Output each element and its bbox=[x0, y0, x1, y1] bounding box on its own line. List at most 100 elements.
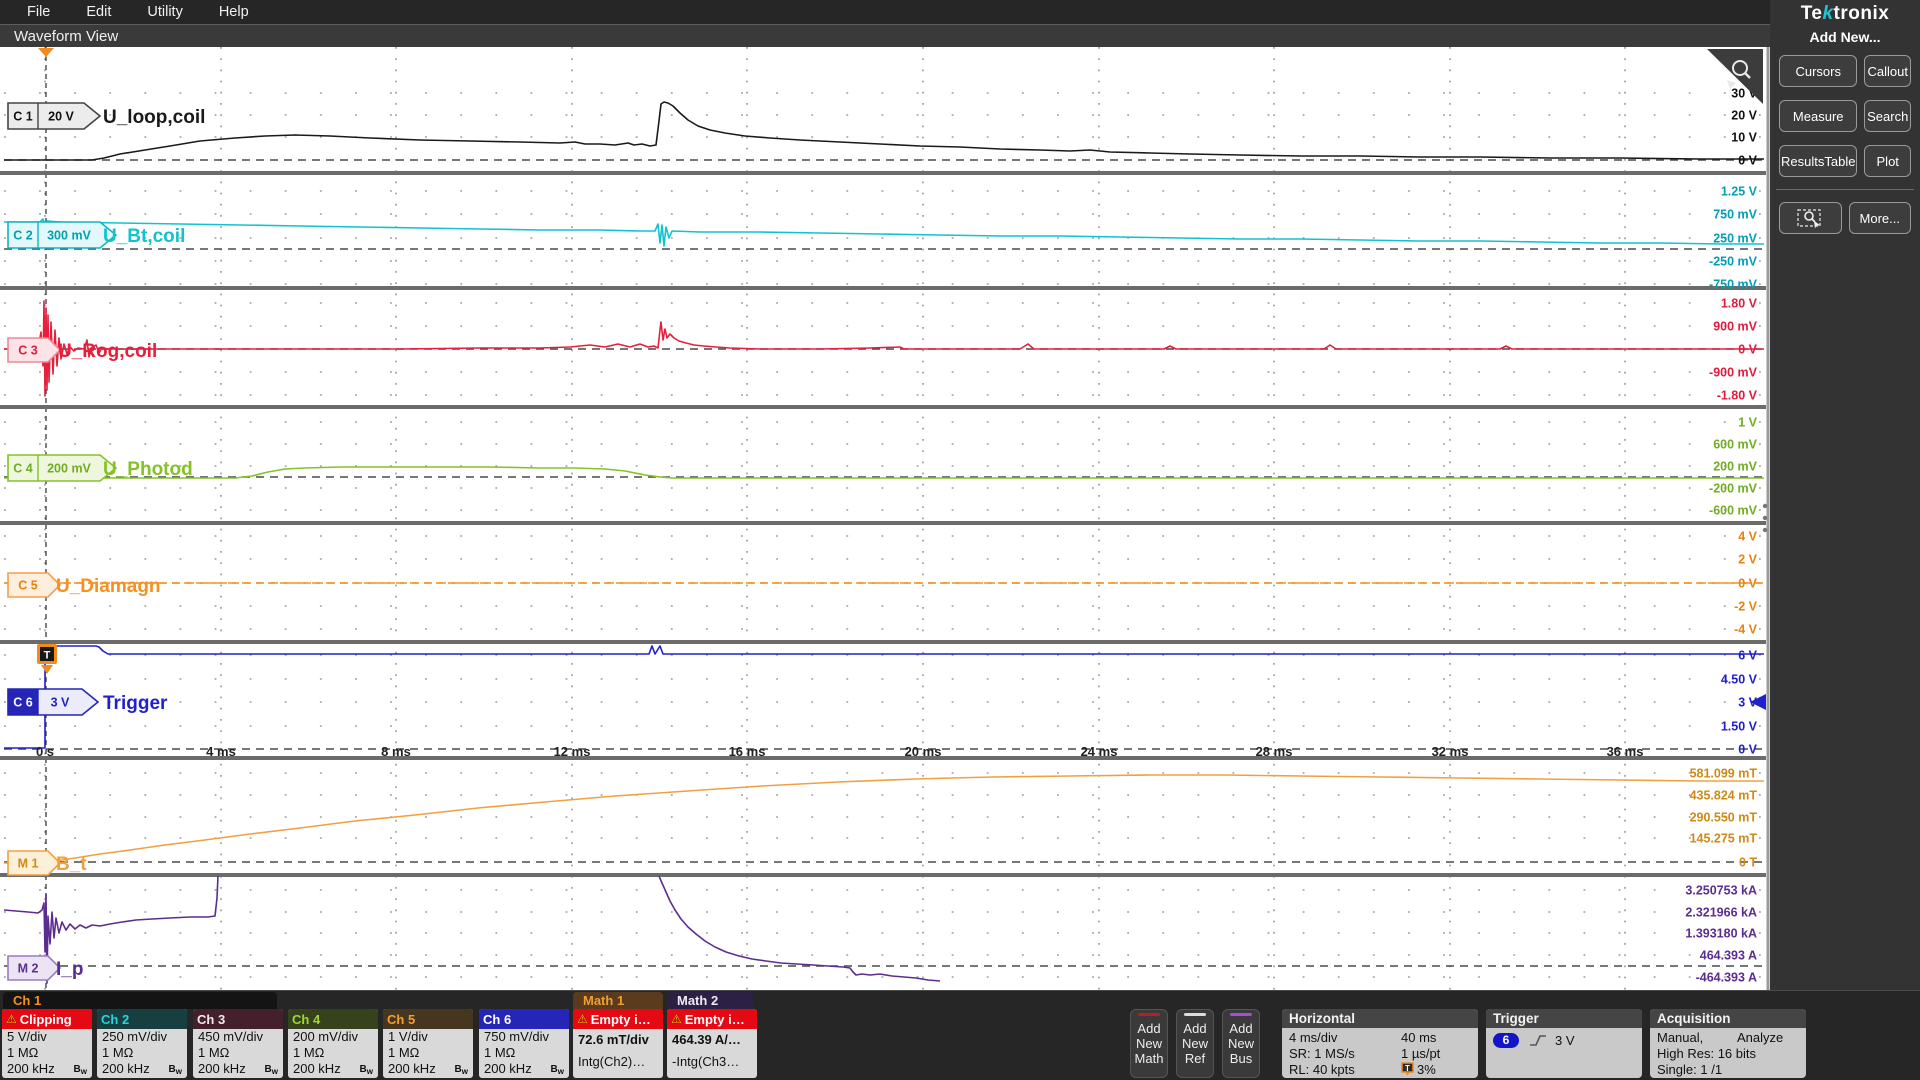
axis-label: 1.393180 kA bbox=[1685, 927, 1757, 941]
menu-item-edit[interactable]: Edit bbox=[86, 4, 111, 20]
cursors-button[interactable]: Cursors bbox=[1779, 55, 1857, 87]
axis-label: 10 V bbox=[1731, 131, 1757, 145]
axis-label: 20 V bbox=[1731, 109, 1757, 123]
add-button-label: New bbox=[1228, 1036, 1254, 1051]
waveform-tab-math2[interactable]: Math 2 bbox=[667, 992, 753, 1009]
badge-row-text: 200 kHz bbox=[293, 1061, 341, 1076]
channel-badge-M1[interactable]: M 1 bbox=[8, 851, 60, 875]
search-button-label: Search bbox=[1867, 109, 1908, 124]
waveform-plot[interactable]: 30 V20 V10 V0 V1.25 V750 mV250 mV-250 mV… bbox=[0, 47, 1770, 990]
channel-settings-badge-7[interactable]: ⚠Empty i…464.39 A/…-Intg(Ch3… bbox=[667, 1009, 757, 1078]
bandwidth-icon: Bw bbox=[360, 1062, 373, 1078]
time-axis-label: 32 ms bbox=[1432, 744, 1469, 759]
axis-label: 750 mV bbox=[1713, 208, 1757, 222]
axis-label: 6 V bbox=[1738, 649, 1757, 663]
axis-label: -464.393 A bbox=[1696, 971, 1757, 985]
badge-row: 1 MΩ bbox=[193, 1045, 283, 1061]
channel-name-Trigger: Trigger bbox=[103, 693, 168, 714]
trigger-panel[interactable]: Trigger 6 3 V bbox=[1486, 1009, 1642, 1078]
panel-resize-handle[interactable] bbox=[1763, 528, 1767, 532]
horizontal-panel[interactable]: Horizontal 4 ms/div40 ms SR: 1 MS/s1 µs/… bbox=[1282, 1009, 1478, 1078]
channel-badge-C1[interactable]: C 120 V bbox=[8, 103, 100, 129]
acquisition-panel[interactable]: Acquisition Manual,Analyze High Res: 16 … bbox=[1650, 1009, 1806, 1078]
bandwidth-icon: Bw bbox=[455, 1062, 468, 1078]
badge-row: -Intg(Ch3… bbox=[667, 1051, 757, 1073]
badge-title: Clipping bbox=[20, 1012, 72, 1027]
rising-edge-icon bbox=[1529, 1033, 1547, 1048]
badge-row: 1 MΩ bbox=[479, 1045, 569, 1061]
badge-row: 1 MΩ bbox=[97, 1045, 187, 1061]
channel-badge-C6[interactable]: C 63 V bbox=[8, 689, 98, 715]
badge-scale: 3 V bbox=[51, 696, 70, 710]
waveform-tab-ch1[interactable]: Ch 1 bbox=[3, 992, 277, 1009]
trigger-source-badge: 6 bbox=[1493, 1033, 1519, 1048]
badge-row-text: Intg(Ch2)… bbox=[578, 1054, 645, 1069]
add-new-math-button[interactable]: AddNewMath bbox=[1130, 1009, 1168, 1078]
more-button[interactable]: More... bbox=[1849, 202, 1912, 234]
sidebar-bottom-buttons: More... bbox=[1770, 190, 1920, 234]
add-new-bus-button[interactable]: AddNewBus bbox=[1222, 1009, 1260, 1078]
channel-badge-M2[interactable]: M 2 bbox=[8, 956, 60, 980]
axis-label: -600 mV bbox=[1709, 504, 1758, 518]
add-button-label: Add bbox=[1229, 1021, 1252, 1036]
channel-settings-badge-5[interactable]: Ch 6750 mV/div1 MΩ200 kHzBw bbox=[479, 1009, 569, 1078]
axis-label: -750 mV bbox=[1709, 278, 1758, 292]
channel-badge-C2[interactable]: C 2 300 mV bbox=[8, 222, 116, 248]
menu-bar: File Edit Utility Help bbox=[0, 0, 1770, 24]
channel-settings-badge-6[interactable]: ⚠Empty i…72.6 mT/divIntg(Ch2)… bbox=[573, 1009, 663, 1078]
channel-settings-badge-4[interactable]: Ch 51 V/div1 MΩ200 kHzBw bbox=[383, 1009, 473, 1078]
menu-item-utility[interactable]: Utility bbox=[147, 4, 182, 20]
badge-row: 450 mV/div bbox=[193, 1029, 283, 1045]
axis-label: 1.25 V bbox=[1721, 185, 1758, 199]
axis-label: 435.824 mT bbox=[1690, 789, 1758, 803]
channel-settings-badge-3[interactable]: Ch 4200 mV/div1 MΩ200 kHzBw bbox=[288, 1009, 378, 1078]
time-axis-label: 0 s bbox=[36, 744, 54, 759]
channel-settings-badge-2[interactable]: Ch 3450 mV/div1 MΩ200 kHzBw bbox=[193, 1009, 283, 1078]
search-button[interactable]: Search bbox=[1864, 100, 1911, 132]
add-button-label: Math bbox=[1135, 1051, 1164, 1066]
badge-title: Ch 2 bbox=[101, 1012, 129, 1027]
badge-id: C 2 bbox=[13, 229, 33, 243]
add-new-header: Add New... bbox=[1770, 29, 1920, 45]
badge-row: 200 kHzBw bbox=[97, 1061, 187, 1077]
plot-background[interactable] bbox=[0, 47, 1770, 990]
measure-button-label: Measure bbox=[1793, 109, 1844, 124]
badge-row-text: 1 MΩ bbox=[388, 1045, 419, 1060]
badge-row-text: 450 mV/div bbox=[198, 1029, 263, 1044]
tektronix-logo: Tektronix bbox=[1770, 3, 1920, 25]
waveform-tab-math1[interactable]: Math 1 bbox=[573, 992, 663, 1009]
axis-label: -4 V bbox=[1734, 623, 1758, 637]
add-new-ref-button[interactable]: AddNewRef bbox=[1176, 1009, 1214, 1078]
badge-row: 200 kHzBw bbox=[383, 1061, 473, 1077]
trigger-position-percent: 3% bbox=[1417, 1062, 1436, 1077]
menu-item-help[interactable]: Help bbox=[219, 4, 249, 20]
menu-item-file[interactable]: File bbox=[27, 4, 50, 20]
zoom-box-button[interactable] bbox=[1779, 202, 1842, 234]
time-axis-label: 4 ms bbox=[206, 744, 236, 759]
acquisition-analyze: Analyze bbox=[1737, 1030, 1783, 1045]
channel-badge-C4[interactable]: C 4200 mV bbox=[8, 455, 116, 481]
axis-label: 0 V bbox=[1738, 577, 1757, 591]
channel-name-I_p: I_p bbox=[56, 959, 83, 980]
badge-row-text: 200 kHz bbox=[484, 1061, 532, 1076]
badge-row-text: 5 V/div bbox=[7, 1029, 47, 1044]
badge-row-text: 200 kHz bbox=[102, 1061, 150, 1076]
acquisition-single: Single: 1 /1 bbox=[1657, 1062, 1722, 1077]
results-table-button[interactable]: ResultsTable bbox=[1779, 145, 1857, 177]
channel-name-U_Photod: U_Photod bbox=[103, 459, 193, 480]
channel-badge-C5[interactable]: C 5 bbox=[8, 573, 60, 597]
panel-resize-handle[interactable] bbox=[1763, 516, 1767, 520]
plot-button[interactable]: Plot bbox=[1864, 145, 1911, 177]
channel-badge-C3[interactable]: C 3 bbox=[8, 338, 60, 362]
badge-row: 5 V/div bbox=[2, 1029, 92, 1045]
bandwidth-icon: Bw bbox=[551, 1062, 564, 1078]
badge-scale: 300 mV bbox=[47, 229, 91, 243]
panel-resize-handle[interactable] bbox=[1763, 504, 1767, 508]
channel-settings-badge-0[interactable]: ⚠Clipping5 V/div1 MΩ200 kHzBw bbox=[2, 1009, 92, 1078]
badge-row: 1 MΩ bbox=[2, 1045, 92, 1061]
badge-id: C 5 bbox=[18, 579, 38, 593]
callout-button[interactable]: Callout bbox=[1864, 55, 1911, 87]
measure-button[interactable]: Measure bbox=[1779, 100, 1857, 132]
channel-name-U_loop,coil: U_loop,coil bbox=[103, 107, 205, 128]
channel-settings-badge-1[interactable]: Ch 2250 mV/div1 MΩ200 kHzBw bbox=[97, 1009, 187, 1078]
